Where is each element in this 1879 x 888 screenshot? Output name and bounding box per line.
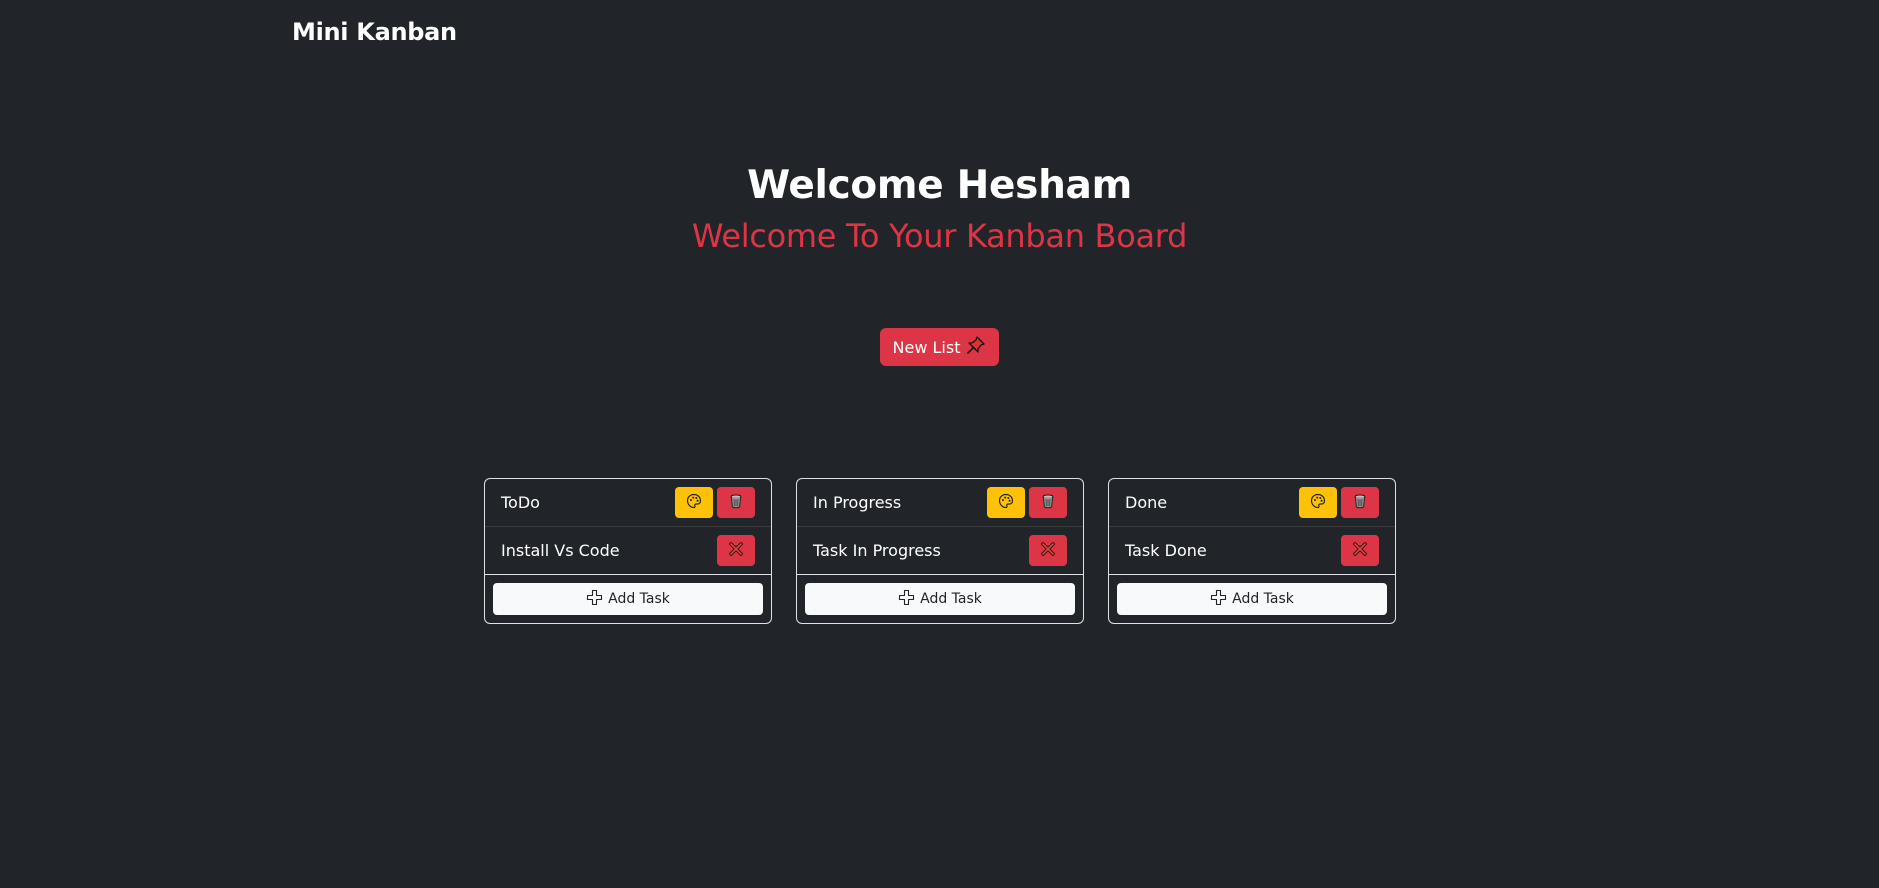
cross-mark-icon [728, 541, 744, 560]
trash-icon [1040, 493, 1056, 512]
delete-list-button[interactable] [717, 487, 755, 518]
add-task-label: Add Task [608, 591, 670, 607]
palette-icon [998, 493, 1014, 512]
add-task-label: Add Task [1232, 591, 1294, 607]
trash-icon [728, 493, 744, 512]
new-list-button[interactable]: New List [879, 328, 1000, 366]
pushpin-icon [966, 335, 986, 359]
list-header: ToDo [485, 479, 771, 527]
change-color-button[interactable] [987, 487, 1025, 518]
add-task-button[interactable]: Add Task [1117, 583, 1387, 615]
palette-icon [686, 493, 702, 512]
task-item: Install Vs Code [485, 527, 771, 575]
kanban-list: ToDo Install Vs Code Add Task [484, 478, 772, 624]
change-color-button[interactable] [675, 487, 713, 518]
welcome-title: Welcome Hesham [747, 163, 1132, 208]
delete-list-button[interactable] [1029, 487, 1067, 518]
plus-icon [586, 589, 603, 610]
task-item: Task Done [1109, 527, 1395, 575]
list-title: Done [1125, 493, 1168, 512]
palette-icon [1310, 493, 1326, 512]
list-title: In Progress [813, 493, 902, 512]
delete-task-button[interactable] [1341, 535, 1379, 566]
hero-section: Welcome Hesham Welcome To Your Kanban Bo… [0, 160, 1879, 256]
list-header: In Progress [797, 479, 1083, 527]
navbar-brand[interactable]: Mini Kanban [292, 18, 457, 46]
kanban-list: In Progress Task In Progress Add Task [796, 478, 1084, 624]
kanban-board: ToDo Install Vs Code Add Task In Progres… [484, 478, 1396, 624]
cross-mark-icon [1040, 541, 1056, 560]
change-color-button[interactable] [1299, 487, 1337, 518]
add-task-button[interactable]: Add Task [805, 583, 1075, 615]
task-label: Task In Progress [813, 541, 941, 560]
task-label: Task Done [1125, 541, 1207, 560]
delete-task-button[interactable] [1029, 535, 1067, 566]
delete-list-button[interactable] [1341, 487, 1379, 518]
new-list-label: New List [892, 337, 961, 357]
task-item: Task In Progress [797, 527, 1083, 575]
cross-mark-icon [1352, 541, 1368, 560]
kanban-list: Done Task Done Add Task [1108, 478, 1396, 624]
list-title: ToDo [501, 493, 540, 512]
add-task-button[interactable]: Add Task [493, 583, 763, 615]
welcome-subtitle: Welcome To Your Kanban Board [691, 217, 1188, 255]
trash-icon [1352, 493, 1368, 512]
plus-icon [898, 589, 915, 610]
plus-icon [1210, 589, 1227, 610]
add-task-label: Add Task [920, 591, 982, 607]
list-header: Done [1109, 479, 1395, 527]
delete-task-button[interactable] [717, 535, 755, 566]
task-label: Install Vs Code [501, 541, 620, 560]
